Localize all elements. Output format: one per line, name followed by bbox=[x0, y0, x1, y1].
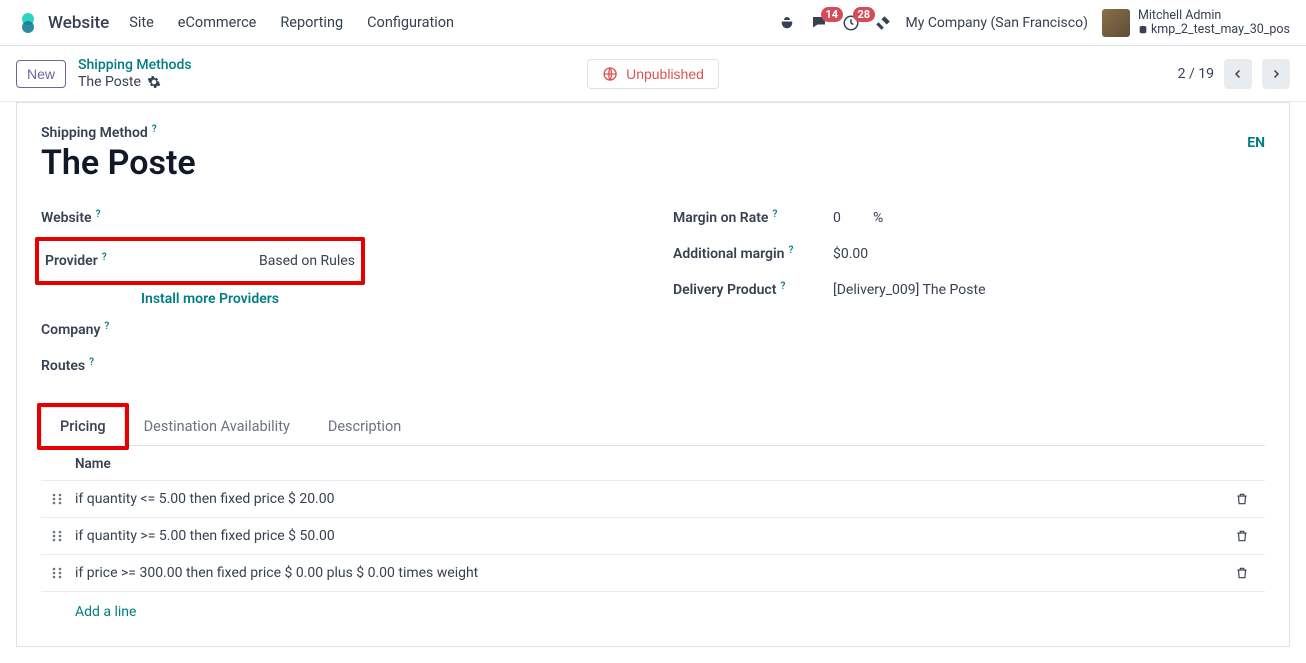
user-name: Mitchell Admin bbox=[1138, 9, 1290, 23]
chevron-right-icon bbox=[1270, 68, 1282, 80]
right-column: Margin on Rate? 0 % Additional margin? $… bbox=[673, 201, 1265, 385]
additional-margin-field[interactable]: $0.00 bbox=[833, 246, 868, 262]
main-menu: Site eCommerce Reporting Configuration bbox=[129, 14, 454, 31]
margin-rate-label: Margin on Rate? bbox=[673, 210, 833, 226]
help-icon[interactable]: ? bbox=[152, 124, 157, 135]
delete-row-button[interactable] bbox=[1229, 492, 1255, 506]
tab-description[interactable]: Description bbox=[309, 407, 420, 445]
help-icon[interactable]: ? bbox=[772, 209, 777, 220]
unpublished-button[interactable]: Unpublished bbox=[587, 59, 719, 89]
delete-row-button[interactable] bbox=[1229, 566, 1255, 580]
pager: 2 / 19 bbox=[1178, 59, 1290, 89]
breadcrumb-parent[interactable]: Shipping Methods bbox=[78, 57, 192, 74]
breadcrumb: Shipping Methods The Poste bbox=[78, 57, 192, 91]
install-providers-link[interactable]: Install more Providers bbox=[141, 291, 279, 307]
user-text: Mitchell Admin kmp_2_test_may_30_pos bbox=[1138, 9, 1290, 37]
help-icon[interactable]: ? bbox=[104, 321, 109, 332]
table-row[interactable]: if quantity <= 5.00 then fixed price $ 2… bbox=[41, 480, 1265, 517]
database-icon bbox=[1138, 25, 1148, 35]
pager-prev-button[interactable] bbox=[1224, 59, 1252, 89]
app-name[interactable]: Website bbox=[48, 13, 109, 33]
margin-rate-field[interactable]: 0 bbox=[833, 210, 873, 226]
additional-margin-label: Additional margin? bbox=[673, 246, 833, 262]
left-column: Website? Provider? Based on Rules Instal… bbox=[41, 201, 633, 385]
tab-pricing[interactable]: Pricing bbox=[41, 407, 125, 446]
top-nav-right: 14 28 My Company (San Francisco) Mitchel… bbox=[778, 9, 1291, 37]
help-icon[interactable]: ? bbox=[96, 209, 101, 220]
messages-badge: 14 bbox=[821, 7, 844, 22]
pager-text[interactable]: 2 / 19 bbox=[1178, 66, 1214, 82]
control-panel: New Shipping Methods The Poste Unpublish… bbox=[0, 46, 1306, 102]
form-sheet: EN Shipping Method? The Poste Website? P… bbox=[16, 102, 1290, 647]
help-icon[interactable]: ? bbox=[788, 245, 793, 256]
help-icon[interactable]: ? bbox=[102, 252, 107, 263]
rule-name[interactable]: if quantity <= 5.00 then fixed price $ 2… bbox=[75, 491, 1229, 507]
breadcrumb-current: The Poste bbox=[78, 74, 192, 91]
rule-name[interactable]: if quantity >= 5.00 then fixed price $ 5… bbox=[75, 528, 1229, 544]
user-db: kmp_2_test_may_30_pos bbox=[1138, 23, 1290, 37]
table-row[interactable]: if quantity >= 5.00 then fixed price $ 5… bbox=[41, 517, 1265, 554]
provider-label: Provider? bbox=[39, 253, 259, 269]
chevron-left-icon bbox=[1232, 68, 1244, 80]
activities-icon[interactable]: 28 bbox=[842, 14, 860, 32]
col-name-header[interactable]: Name bbox=[75, 456, 111, 472]
margin-rate-unit: % bbox=[873, 210, 883, 226]
lang-switch[interactable]: EN bbox=[1247, 135, 1265, 151]
tab-destination-availability[interactable]: Destination Availability bbox=[125, 407, 309, 445]
table-row[interactable]: if price >= 300.00 then fixed price $ 0.… bbox=[41, 554, 1265, 591]
add-line-link[interactable]: Add a line bbox=[41, 591, 1265, 626]
delivery-product-label: Delivery Product? bbox=[673, 282, 833, 298]
drag-handle-icon[interactable] bbox=[51, 492, 69, 506]
app-logo-icon bbox=[16, 11, 40, 35]
grid-header: Name bbox=[41, 446, 1265, 480]
debug-icon[interactable] bbox=[778, 14, 796, 32]
new-button[interactable]: New bbox=[16, 60, 66, 88]
drag-handle-icon[interactable] bbox=[51, 529, 69, 543]
globe-icon bbox=[602, 66, 618, 82]
user-menu[interactable]: Mitchell Admin kmp_2_test_may_30_pos bbox=[1102, 9, 1290, 37]
company-label: Company? bbox=[41, 322, 261, 338]
avatar bbox=[1102, 9, 1130, 37]
record-title[interactable]: The Poste bbox=[41, 143, 1265, 183]
gear-icon[interactable] bbox=[147, 75, 161, 89]
activities-badge: 28 bbox=[853, 7, 876, 22]
delete-row-button[interactable] bbox=[1229, 529, 1255, 543]
menu-ecommerce[interactable]: eCommerce bbox=[178, 14, 257, 31]
menu-reporting[interactable]: Reporting bbox=[280, 14, 343, 31]
help-icon[interactable]: ? bbox=[780, 281, 785, 292]
drag-handle-icon[interactable] bbox=[51, 566, 69, 580]
provider-field[interactable]: Based on Rules bbox=[259, 253, 355, 269]
routes-label: Routes? bbox=[41, 358, 261, 374]
delivery-product-field[interactable]: [Delivery_009] The Poste bbox=[833, 282, 986, 298]
tabs: Pricing Destination Availability Descrip… bbox=[41, 407, 1265, 446]
top-nav: Website Site eCommerce Reporting Configu… bbox=[0, 0, 1306, 46]
shipping-method-label: Shipping Method? bbox=[41, 125, 157, 141]
menu-site[interactable]: Site bbox=[129, 14, 154, 31]
tools-icon[interactable] bbox=[874, 14, 892, 32]
menu-configuration[interactable]: Configuration bbox=[367, 14, 454, 31]
company-switcher[interactable]: My Company (San Francisco) bbox=[906, 15, 1088, 31]
messages-icon[interactable]: 14 bbox=[810, 14, 828, 32]
website-label: Website? bbox=[41, 210, 261, 226]
rule-name[interactable]: if price >= 300.00 then fixed price $ 0.… bbox=[75, 565, 1229, 581]
highlight-provider: Provider? Based on Rules bbox=[35, 237, 365, 285]
help-icon[interactable]: ? bbox=[89, 357, 94, 368]
pager-next-button[interactable] bbox=[1262, 59, 1290, 89]
